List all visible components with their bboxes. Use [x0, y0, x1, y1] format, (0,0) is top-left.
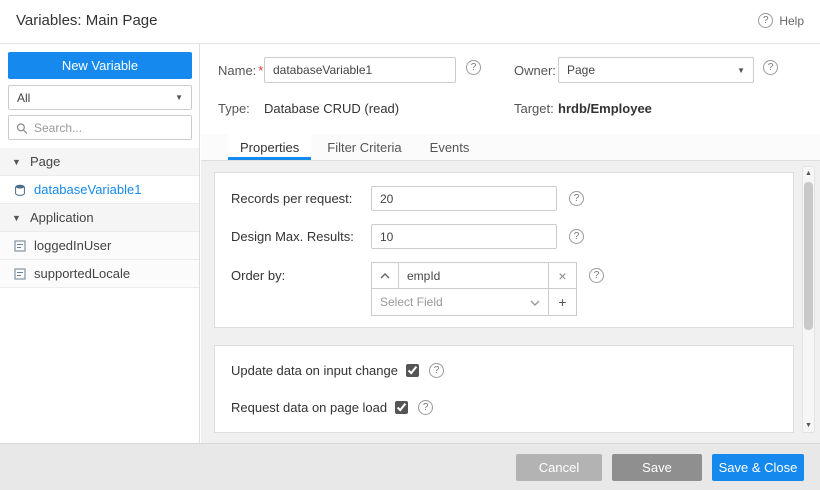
chevron-down-icon: ▼: [737, 66, 745, 75]
dialog-header: Variables: Main Page ? Help: [0, 0, 820, 44]
records-per-request-row: Records per request: ?: [231, 186, 777, 211]
tree-item-supported-locale[interactable]: supportedLocale: [0, 260, 199, 288]
variables-sidebar: New Variable All ▼ ▼ Page databaseVariab…: [0, 44, 200, 443]
help-icon: ?: [758, 13, 773, 28]
request-data-row: Request data on page load ?: [231, 389, 777, 426]
search-input[interactable]: [34, 121, 184, 135]
tree-group-label: Application: [30, 210, 94, 225]
name-label: Name:*: [218, 63, 263, 78]
variables-dialog: Variables: Main Page ? Help New Variable…: [0, 0, 820, 490]
tree-item-logged-in-user[interactable]: loggedInUser: [0, 232, 199, 260]
properties-tab-content: Records per request: ? Design Max. Resul…: [201, 161, 820, 443]
design-max-help-icon[interactable]: ?: [569, 229, 584, 244]
chevron-up-icon: [380, 273, 390, 279]
search-icon: [16, 122, 28, 134]
design-max-results-row: Design Max. Results: ?: [231, 224, 777, 249]
type-label: Type:: [218, 101, 250, 116]
target-value: hrdb/Employee: [558, 101, 652, 116]
order-by-field-input[interactable]: [399, 262, 549, 289]
variable-search[interactable]: [8, 115, 192, 140]
tree-item-label: supportedLocale: [34, 266, 130, 281]
tree-group-label: Page: [30, 154, 60, 169]
scroll-up-icon[interactable]: ▲: [803, 167, 814, 180]
update-data-help-icon[interactable]: ?: [429, 363, 444, 378]
save-and-close-button[interactable]: Save & Close: [712, 454, 804, 481]
variable-filter-value: All: [17, 91, 30, 105]
required-asterisk: *: [258, 63, 263, 78]
request-data-label: Request data on page load: [231, 400, 387, 415]
tab-filter-criteria[interactable]: Filter Criteria: [315, 134, 413, 160]
variable-form-header: Name:* ? Owner:* Page ▼ ? Type: Database…: [201, 44, 820, 134]
tree-item-database-variable[interactable]: databaseVariable1: [0, 176, 199, 204]
owner-select[interactable]: Page ▼: [558, 57, 754, 83]
page-title: Variables: Main Page: [16, 12, 157, 29]
properties-card: Records per request: ? Design Max. Resul…: [214, 172, 794, 328]
order-by-help-icon[interactable]: ?: [589, 268, 604, 283]
select-field-placeholder: Select Field: [380, 295, 443, 309]
help-link[interactable]: ? Help: [758, 13, 804, 28]
new-variable-button[interactable]: New Variable: [8, 52, 192, 79]
records-help-icon[interactable]: ?: [569, 191, 584, 206]
scroll-down-icon[interactable]: ▼: [803, 419, 814, 432]
order-by-field-row: ×: [371, 262, 577, 289]
records-per-request-label: Records per request:: [231, 191, 371, 206]
tab-events[interactable]: Events: [418, 134, 482, 160]
add-field-button[interactable]: +: [549, 289, 577, 316]
chevron-down-icon: [530, 295, 540, 309]
remove-field-button[interactable]: ×: [549, 262, 577, 289]
vertical-scrollbar[interactable]: ▲ ▼: [802, 166, 815, 433]
tab-properties[interactable]: Properties: [228, 134, 311, 160]
collapse-icon: ▼: [12, 213, 22, 223]
type-value: Database CRUD (read): [264, 101, 399, 116]
variable-filter-select[interactable]: All ▼: [8, 85, 192, 110]
select-field-dropdown[interactable]: Select Field: [371, 289, 549, 316]
help-label: Help: [779, 14, 804, 28]
order-by-add-row: Select Field +: [371, 289, 577, 316]
variables-tree: ▼ Page databaseVariable1 ▼ Application l…: [0, 148, 199, 288]
move-up-button[interactable]: [371, 262, 399, 289]
request-data-help-icon[interactable]: ?: [418, 400, 433, 415]
name-help-icon[interactable]: ?: [466, 60, 481, 75]
design-max-results-label: Design Max. Results:: [231, 229, 371, 244]
scrollbar-thumb[interactable]: [804, 182, 813, 330]
order-by-control: × Select Field +: [371, 262, 577, 316]
tree-item-label: loggedInUser: [34, 238, 111, 253]
design-max-results-input[interactable]: [371, 224, 557, 249]
target-label: Target:: [514, 101, 554, 116]
tree-group-page[interactable]: ▼ Page: [0, 148, 199, 176]
tree-item-label: databaseVariable1: [34, 182, 141, 197]
tab-bar: Properties Filter Criteria Events: [201, 134, 820, 161]
records-per-request-input[interactable]: [371, 186, 557, 211]
variable-icon: [14, 240, 26, 252]
owner-help-icon[interactable]: ?: [763, 60, 778, 75]
update-data-row: Update data on input change ?: [231, 352, 777, 389]
update-data-checkbox[interactable]: [406, 364, 419, 377]
request-data-checkbox[interactable]: [395, 401, 408, 414]
database-variable-icon: [14, 184, 26, 196]
name-input[interactable]: [264, 57, 456, 83]
data-options-card: Update data on input change ? Request da…: [214, 345, 794, 433]
order-by-row: Order by: × Select Field: [231, 262, 777, 316]
chevron-down-icon: ▼: [175, 93, 183, 102]
order-by-label: Order by:: [231, 262, 371, 283]
update-data-label: Update data on input change: [231, 363, 398, 378]
collapse-icon: ▼: [12, 157, 22, 167]
owner-label: Owner:*: [514, 63, 563, 78]
dialog-footer: Cancel Save Save & Close: [0, 443, 820, 490]
variable-icon: [14, 268, 26, 280]
save-button[interactable]: Save: [612, 454, 702, 481]
tree-group-application[interactable]: ▼ Application: [0, 204, 199, 232]
owner-value: Page: [567, 63, 595, 77]
cancel-button[interactable]: Cancel: [516, 454, 602, 481]
